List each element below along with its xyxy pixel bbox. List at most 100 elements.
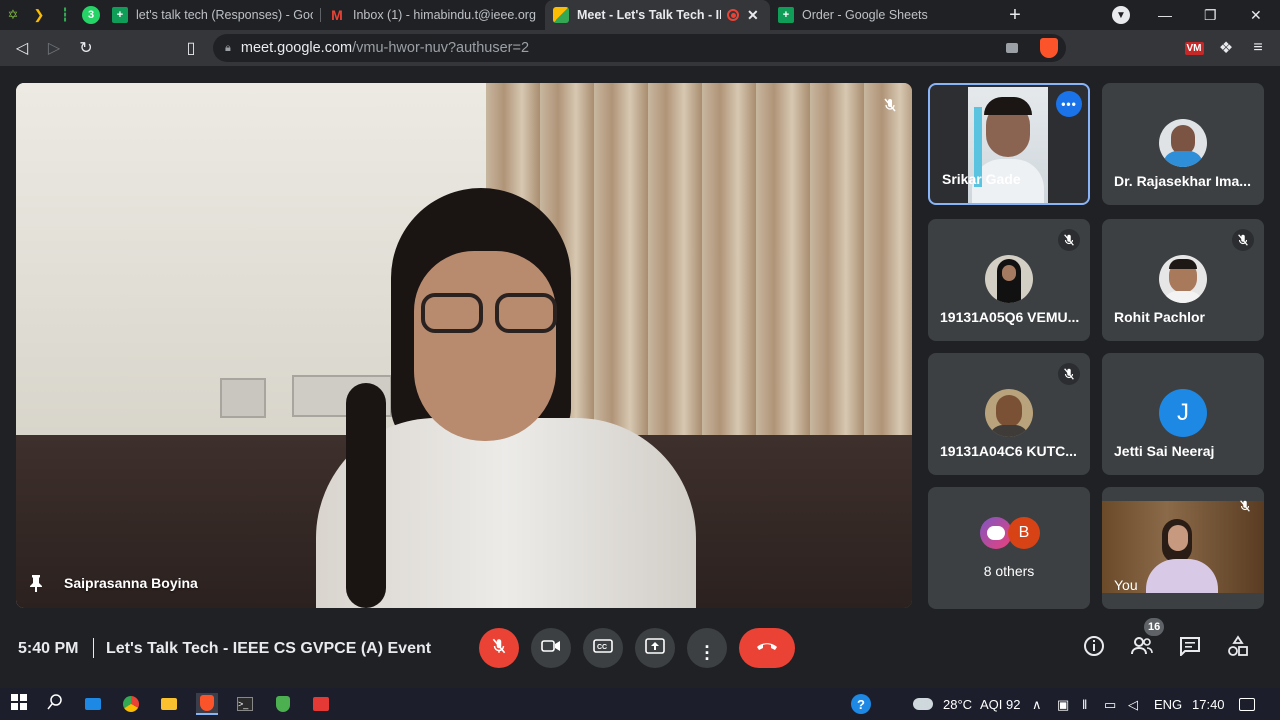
others-tile[interactable]: B 8 others <box>928 487 1090 609</box>
shield-icon <box>276 696 290 712</box>
self-view-tile[interactable]: You <box>1102 487 1264 609</box>
people-button[interactable] <box>1128 634 1156 662</box>
close-window-button[interactable]: ✕ <box>1250 0 1262 30</box>
app-button[interactable] <box>310 693 332 715</box>
leave-call-button[interactable] <box>739 628 795 668</box>
camera-icon[interactable] <box>1006 43 1018 53</box>
tab-responses[interactable]: + let's talk tech (Responses) - Google <box>104 0 321 30</box>
url-path: /vmu-hwor-nuv?authuser=2 <box>352 40 530 56</box>
tab-inbox[interactable]: M Inbox (1) - himabindu.t@ieee.org - <box>321 0 545 30</box>
participant-count-badge: 16 <box>1144 618 1165 636</box>
brave-app-button[interactable] <box>196 693 218 715</box>
terminal-app-button[interactable]: >_ <box>234 693 256 715</box>
mic-off-icon <box>1232 229 1254 251</box>
tab-meet[interactable]: Meet - Let's Talk Tech - IEE ✕ <box>545 0 770 30</box>
notifications-button[interactable] <box>1236 693 1258 715</box>
url-host: meet.google.com <box>240 40 353 56</box>
tab-title: Inbox (1) - himabindu.t@ieee.org - <box>353 8 537 22</box>
activities-icon <box>1227 634 1249 662</box>
start-button[interactable] <box>8 693 30 715</box>
search-button[interactable] <box>44 693 66 715</box>
extension-vm-button[interactable]: VM <box>1178 32 1210 64</box>
divider <box>93 638 94 658</box>
meeting-details-button[interactable] <box>1080 634 1108 662</box>
minimize-button[interactable]: — <box>1158 0 1172 30</box>
meeting-clock: 5:40 PM <box>18 640 79 657</box>
toggle-microphone-button[interactable] <box>479 628 519 668</box>
pinned-tab-whatsapp[interactable]: 3 <box>78 0 104 30</box>
mail-icon <box>85 698 101 710</box>
volume-icon[interactable]: ◁ <box>1128 697 1138 713</box>
participant-tile[interactable]: J Jetti Sai Neeraj <box>1102 353 1264 475</box>
system-clock[interactable]: 17:40 <box>1192 697 1225 712</box>
microphone-icon[interactable]: ‖ <box>1082 697 1087 712</box>
browser-toolbar: ◁ ▷ ↻ ▯ 🔒︎ meet.google.com/vmu-hwor-nuv?… <box>0 30 1280 66</box>
mic-off-icon <box>490 637 508 660</box>
pinned-tab-1[interactable]: ✡ <box>0 0 26 30</box>
vpn-app-button[interactable] <box>272 693 294 715</box>
notification-icon <box>1239 697 1255 711</box>
battery-icon[interactable]: ▭ <box>1104 697 1116 713</box>
google-sheets-icon: + <box>112 7 128 23</box>
forward-button[interactable]: ▷ <box>38 32 70 64</box>
brave-shield-icon[interactable] <box>1040 38 1058 58</box>
mail-app-button[interactable] <box>82 693 104 715</box>
address-bar[interactable]: 🔒︎ meet.google.com/vmu-hwor-nuv?authuser… <box>213 34 1066 62</box>
google-meet-icon <box>553 7 569 23</box>
participant-tile[interactable]: Rohit Pachlor <box>1102 219 1264 341</box>
app-icon: ✡ <box>7 7 19 22</box>
chrome-app-button[interactable] <box>120 693 142 715</box>
mic-off-icon <box>1234 495 1256 517</box>
participant-name: 19131A04C6 KUTC... <box>940 443 1077 459</box>
tab-order[interactable]: + Order - Google Sheets <box>770 0 995 30</box>
language-indicator[interactable]: ENG <box>1154 697 1182 712</box>
avatar-initial: J <box>1177 399 1189 426</box>
close-tab-icon[interactable]: ✕ <box>747 7 759 24</box>
tab-strip: ✡ ❯ ┇ 3 + let's talk tech (Responses) - … <box>0 0 1280 30</box>
new-tab-button[interactable]: + <box>995 4 1035 27</box>
participant-name: You <box>1114 577 1138 593</box>
people-icon <box>1130 636 1154 661</box>
participant-tile[interactable]: ••• Srikar Gade <box>928 83 1090 205</box>
captions-button[interactable]: CC <box>583 628 623 668</box>
weather-widget[interactable] <box>912 693 934 715</box>
present-screen-button[interactable] <box>635 628 675 668</box>
mic-off-icon <box>878 93 902 117</box>
participant-name: Dr. Rajasekhar Ima... <box>1114 173 1251 189</box>
google-sheets-icon: + <box>778 7 794 23</box>
main-video-feed[interactable]: Saiprasanna Boyina <box>16 83 912 608</box>
hamburger-icon: ≡ <box>1253 39 1263 56</box>
chevron-down-icon: ▼ <box>1112 6 1130 24</box>
pinned-tab-2[interactable]: ❯ <box>26 0 52 30</box>
network-icon[interactable]: ▣ <box>1057 697 1069 713</box>
info-icon <box>1083 635 1105 662</box>
tab-title: Meet - Let's Talk Tech - IEE <box>577 8 721 22</box>
pinned-tab-3[interactable]: ┇ <box>52 0 78 30</box>
meet-area: Saiprasanna Boyina ••• Srikar Gade Dr. R… <box>0 66 1280 688</box>
more-options-button[interactable]: ... <box>687 628 727 668</box>
tab-search-button[interactable]: ▼ <box>1112 0 1130 30</box>
extensions-button[interactable]: ❖ <box>1210 32 1242 64</box>
participant-tile[interactable]: 19131A04C6 KUTC... <box>928 353 1090 475</box>
back-button[interactable]: ◁ <box>6 32 38 64</box>
reload-button[interactable]: ↻ <box>70 32 102 64</box>
chat-button[interactable] <box>1176 634 1204 662</box>
menu-button[interactable]: ≡ <box>1242 32 1274 64</box>
participant-tile[interactable]: Dr. Rajasekhar Ima... <box>1102 83 1264 205</box>
main-participant-name: Saiprasanna Boyina <box>64 575 198 591</box>
restore-button[interactable]: ❐ <box>1204 0 1217 30</box>
restore-icon: ❐ <box>1204 6 1217 23</box>
participant-tile[interactable]: 19131A05Q6 VEMU... <box>928 219 1090 341</box>
audio-wave-icon: ┇ <box>61 7 69 22</box>
bookmark-button[interactable]: ▯ <box>175 32 207 64</box>
pin-icon[interactable] <box>28 574 44 592</box>
show-hidden-icons[interactable]: ∧ <box>1032 697 1042 713</box>
file-explorer-button[interactable] <box>158 693 180 715</box>
activities-button[interactable] <box>1224 634 1252 662</box>
more-options-icon[interactable]: ••• <box>1056 91 1082 117</box>
toggle-camera-button[interactable] <box>531 628 571 668</box>
minimize-icon: — <box>1158 7 1172 23</box>
help-button[interactable]: ? <box>850 693 872 715</box>
participant-name: Srikar Gade <box>942 171 1021 187</box>
more-vert-icon: ... <box>704 632 710 664</box>
